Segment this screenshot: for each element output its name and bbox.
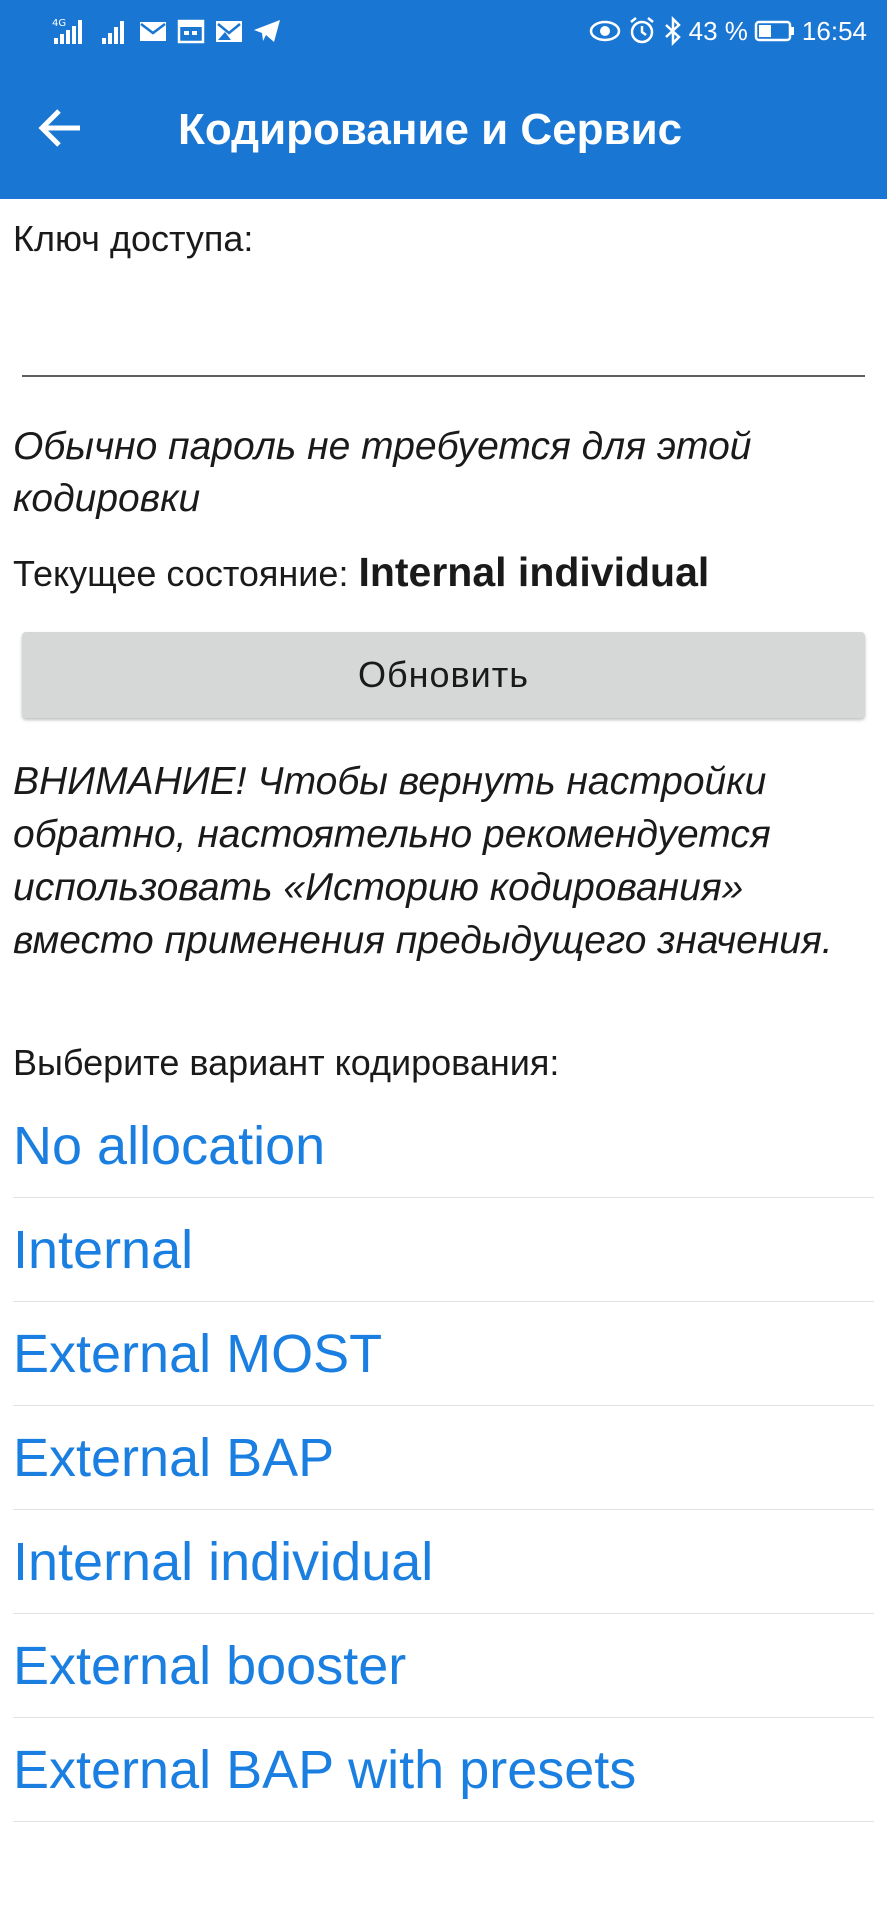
app-bar: Кодирование и Сервис — [0, 62, 887, 199]
option-internal-individual[interactable]: Internal individual — [13, 1510, 874, 1614]
status-bar-right: 43 % 16:54 — [589, 14, 867, 48]
refresh-button[interactable]: Обновить — [22, 632, 865, 718]
option-external-most[interactable]: External MOST — [13, 1302, 874, 1406]
status-bar: 4G 43 % 16:54 — [0, 0, 887, 62]
status-bar-left: 4G — [52, 14, 282, 48]
image-mail-icon — [214, 16, 244, 46]
battery-percent: 43 % — [688, 16, 748, 46]
choose-label: Выберите вариант кодирования: — [13, 1042, 560, 1083]
mail-icon — [138, 16, 168, 46]
option-label: External booster — [13, 1635, 407, 1696]
calendar-icon — [176, 16, 206, 46]
status-time: 16:54 — [801, 16, 867, 46]
coding-options-list: No allocation Internal External MOST Ext… — [13, 1094, 874, 1822]
option-external-bap[interactable]: External BAP — [13, 1406, 874, 1510]
telegram-icon — [252, 16, 282, 46]
option-external-bap-with-presets[interactable]: External BAP with presets — [13, 1718, 874, 1822]
screen: 4G 43 % 16:54 Кодирование и Сервис Ключ … — [0, 0, 887, 1920]
access-key-label: Ключ доступа: — [13, 218, 254, 259]
option-label: Internal — [13, 1219, 194, 1280]
arrow-left-icon — [38, 108, 82, 153]
option-label: External MOST — [13, 1323, 383, 1384]
option-label: External BAP with presets — [13, 1739, 637, 1800]
option-no-allocation[interactable]: No allocation — [13, 1094, 874, 1198]
password-note: Обычно пароль не требуется для этой коди… — [13, 425, 752, 520]
option-label: No allocation — [13, 1115, 326, 1176]
signal-icon — [100, 16, 130, 46]
bluetooth-icon — [663, 16, 683, 46]
battery-icon — [754, 16, 796, 46]
access-key-input[interactable] — [22, 279, 865, 377]
option-label: Internal individual — [13, 1531, 434, 1592]
alarm-icon — [627, 16, 657, 46]
option-external-booster[interactable]: External booster — [13, 1614, 874, 1718]
option-internal[interactable]: Internal — [13, 1198, 874, 1302]
current-state-label: Текущее состояние: — [13, 553, 359, 594]
back-button[interactable] — [28, 98, 92, 162]
eye-icon — [589, 16, 621, 46]
option-label: External BAP — [13, 1427, 335, 1488]
page-title: Кодирование и Сервис — [178, 105, 683, 154]
svg-text:4G: 4G — [52, 18, 66, 29]
current-state: Текущее состояние: Internal individual — [13, 547, 709, 599]
signal-4g-icon: 4G — [52, 16, 92, 46]
current-state-value: Internal individual — [358, 549, 710, 595]
warning-text: ВНИМАНИЕ! Чтобы вернуть настройки обратн… — [13, 760, 833, 962]
